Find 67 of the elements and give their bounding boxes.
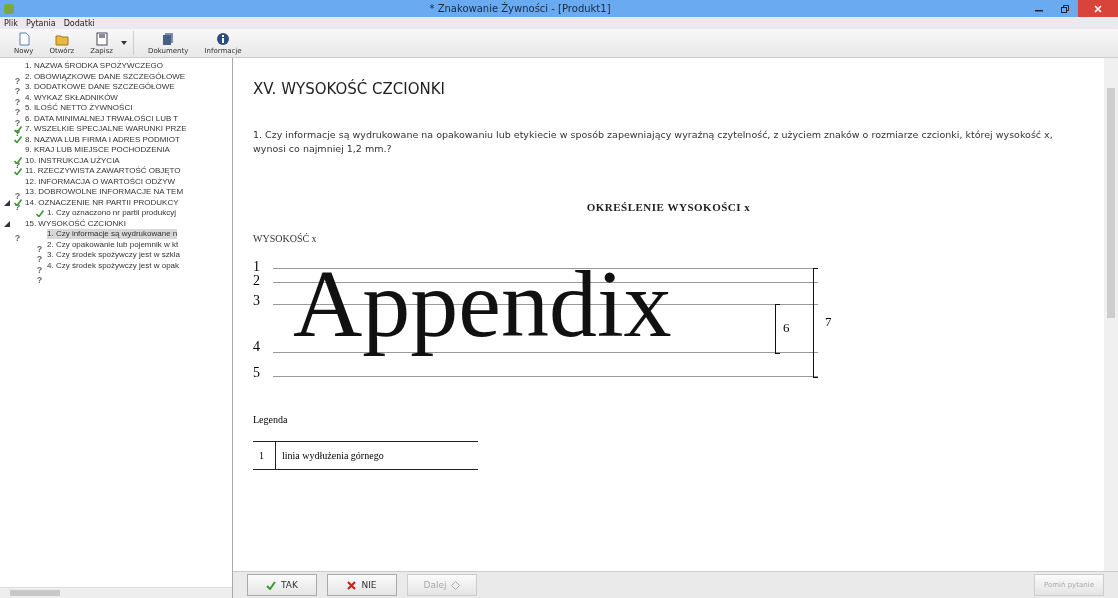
legend-title: Legenda (253, 413, 289, 425)
question-icon: ? (13, 86, 22, 97)
tree-item[interactable]: 15. WYSOKOŚĆ CZCIONKI (25, 218, 126, 229)
action-button[interactable]: TAK (247, 574, 317, 596)
question-icon: ? (35, 244, 44, 255)
diamond-icon (451, 580, 461, 590)
section-heading: XV. WYSOKOŚĆ CZCIONKI (253, 80, 446, 98)
close-icon (1094, 4, 1102, 13)
tree-item[interactable]: 1. Czy informacje są wydrukowane n (47, 229, 178, 240)
dimension-line-icon (813, 267, 818, 378)
menu-item[interactable]: Dodatki (63, 18, 95, 28)
tree-item[interactable]: 4. WYKAZ SKŁADNIKÓW (25, 92, 118, 103)
line-number: 4 (253, 339, 261, 354)
question-icon: ? (35, 254, 44, 265)
documents-icon (161, 31, 176, 46)
tree-item[interactable]: 4. Czy środek spożywczy jest w opak (47, 260, 180, 271)
tree-item[interactable]: 10. INSTRUKCJA UŻYCIA (25, 155, 120, 166)
figure-label: WYSOKOŚĆ x (253, 232, 318, 244)
question-icon: ? (13, 191, 22, 202)
tree-item[interactable]: 5. ILOŚĆ NETTO ŻYWNOŚCI (25, 103, 133, 114)
window-title: * Znakowanie Żywności - [Produkt1] (429, 3, 611, 14)
menu-item[interactable]: Pytania (25, 18, 56, 28)
tree-item[interactable]: 14. OZNACZENIE NR PARTII PRODUKCY (25, 197, 179, 208)
figure-title: OKREŚLENIE WYSOKOŚCI x (585, 200, 752, 213)
question-text: 1. Czy informacje są wydrukowane na opakowaniu lub etykiecie w sposób zapewniający wyraźną czytelność, z użyciem znaków o rozmiarze czcionki, której wysokość x, wynosi co najmniej 1,2 mm.? (253, 128, 1054, 157)
line-number: 5 (253, 365, 261, 380)
vertical-scrollbar[interactable] (1104, 58, 1118, 571)
question-icon: ? (13, 107, 22, 118)
info-icon (216, 31, 231, 46)
question-icon: ? (13, 233, 22, 244)
page-icon (16, 31, 31, 46)
menu-item[interactable]: Plik (4, 18, 18, 28)
measure-label: 7 (825, 313, 832, 330)
question-icon: ? (13, 97, 22, 108)
action-button[interactable]: NIE (327, 574, 397, 596)
expand-arrow-icon[interactable] (4, 220, 10, 227)
question-icon: ? (35, 265, 44, 276)
app-icon (4, 3, 14, 14)
tree-item[interactable]: 13. DOBROWOLNE INFORMACJE NA TEM (25, 187, 184, 198)
tree-item[interactable]: 2. OBOWIĄZKOWE DANE SZCZEGÓŁOWE (25, 71, 185, 82)
tree-item[interactable]: 6. DATA MINIMALNEJ TRWAŁOŚCI LUB T (25, 113, 179, 124)
dropdown-arrow-icon[interactable] (121, 41, 127, 45)
check-icon (266, 580, 277, 590)
legend-text: linia wydłużenia górnego (275, 441, 478, 469)
tree-item[interactable]: 12. INFORMACJA O WARTOŚCI ODŻYW (25, 176, 176, 187)
tree-item[interactable]: 3. Czy środek spożywczy jest w szkla (47, 250, 180, 261)
question-icon: ? (13, 76, 22, 87)
horizontal-scrollbar[interactable] (0, 587, 232, 598)
tree-item[interactable]: 8. NAZWA LUB FIRMA I ADRES PODMIOT (25, 134, 180, 145)
cross-icon (347, 580, 357, 590)
restore-icon (1061, 4, 1069, 13)
tree-item[interactable]: 1. NAZWA ŚRODKA SPOŻYWCZEGO (25, 61, 163, 72)
expand-arrow-icon[interactable] (4, 199, 10, 206)
line-number: 2 (253, 273, 261, 288)
tree-item[interactable]: 3. DODATKOWE DANE SZCZEGÓŁOWE (25, 82, 175, 93)
legend-number: 1 (253, 441, 276, 469)
question-icon: ? (13, 118, 22, 129)
tree-item[interactable]: 9. KRAJ LUB MIEJSCE POCHODZENIA (25, 145, 170, 156)
tree-item[interactable]: 7. WSZELKIE SPECJALNE WARUNKI PRZE (25, 124, 187, 135)
tree-item[interactable]: 1. Czy oznaczono nr partii produkcyj (47, 208, 176, 219)
question-icon: ? (35, 275, 44, 286)
line-number: 3 (253, 293, 261, 308)
tree-item[interactable]: 2. Czy opakowanie lub pojemnik w kt (47, 239, 179, 250)
tree-item[interactable]: 11. RZECZYWISTA ZAWARTOŚĆ OBJĘTO (25, 166, 181, 177)
measure-label: 6 (783, 319, 790, 336)
line-number: 1 (253, 259, 261, 274)
dimension-line-icon (775, 303, 780, 354)
